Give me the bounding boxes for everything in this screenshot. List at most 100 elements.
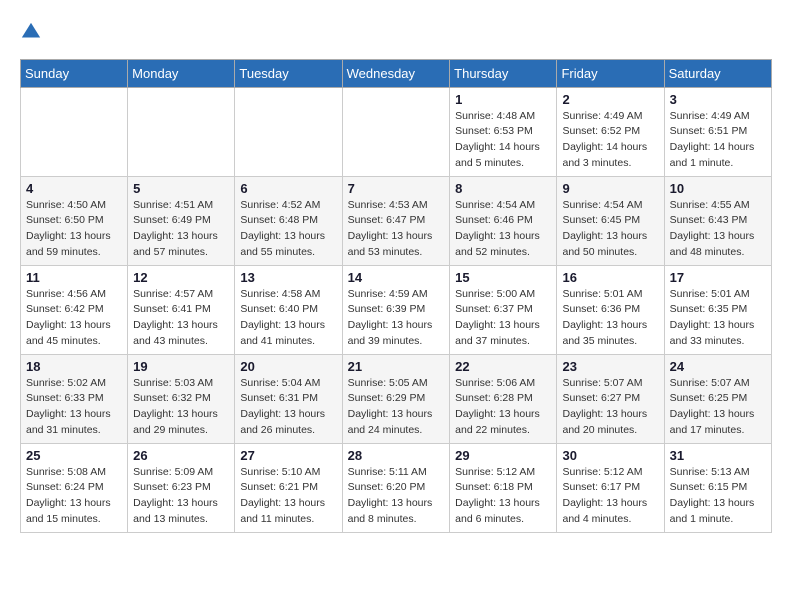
calendar-day-cell: 1Sunrise: 4:48 AM Sunset: 6:53 PM Daylig… [450, 87, 557, 176]
calendar-day-cell: 19 Sunrise: 5:03 AM Sunset: 6:32 PM Dayli… [128, 354, 235, 443]
day-info: Sunrise: 5:03 AM Sunset: 6:32 PM Dayligh… [133, 376, 229, 439]
calendar-day-cell [342, 87, 450, 176]
calendar-day-cell: 10Sunrise: 4:55 AM Sunset: 6:43 PM Dayli… [664, 176, 771, 265]
calendar-day-cell: 18 Sunrise: 5:02 AM Sunset: 6:33 PM Dayli… [21, 354, 128, 443]
calendar-day-cell: 21 Sunrise: 5:05 AM Sunset: 6:29 PM Dayli… [342, 354, 450, 443]
day-info: Sunrise: 4:56 AM Sunset: 6:42 PM Dayligh… [26, 287, 122, 350]
calendar-day-cell: 31 Sunrise: 5:13 AM Sunset: 6:15 PM Dayli… [664, 443, 771, 532]
day-info: Sunrise: 4:49 AM Sunset: 6:51 PM Dayligh… [670, 109, 766, 172]
day-info: Sunrise: 4:49 AM Sunset: 6:52 PM Dayligh… [562, 109, 658, 172]
day-number: 23 [562, 359, 658, 374]
calendar-day-cell [128, 87, 235, 176]
calendar-day-cell: 14 Sunrise: 4:59 AM Sunset: 6:39 PM Dayli… [342, 265, 450, 354]
day-info: Sunrise: 5:05 AM Sunset: 6:29 PM Dayligh… [348, 376, 445, 439]
day-info: Sunrise: 4:51 AM Sunset: 6:49 PM Dayligh… [133, 198, 229, 261]
day-number: 27 [240, 448, 336, 463]
day-info: Sunrise: 5:13 AM Sunset: 6:15 PM Dayligh… [670, 465, 766, 528]
day-info: Sunrise: 4:55 AM Sunset: 6:43 PM Dayligh… [670, 198, 766, 261]
day-number: 5 [133, 181, 229, 196]
calendar-day-cell: 25 Sunrise: 5:08 AM Sunset: 6:24 PM Dayli… [21, 443, 128, 532]
day-header-thursday: Thursday [450, 59, 557, 87]
day-number: 14 [348, 270, 445, 285]
day-number: 28 [348, 448, 445, 463]
day-info: Sunrise: 4:52 AM Sunset: 6:48 PM Dayligh… [240, 198, 336, 261]
day-number: 24 [670, 359, 766, 374]
day-header-sunday: Sunday [21, 59, 128, 87]
calendar-day-cell: 23Sunrise: 5:07 AM Sunset: 6:27 PM Dayli… [557, 354, 664, 443]
day-number: 9 [562, 181, 658, 196]
day-number: 1 [455, 92, 551, 107]
calendar-day-cell: 11 Sunrise: 4:56 AM Sunset: 6:42 PM Dayli… [21, 265, 128, 354]
calendar-day-cell: 12 Sunrise: 4:57 AM Sunset: 6:41 PM Dayli… [128, 265, 235, 354]
day-info: Sunrise: 5:01 AM Sunset: 6:35 PM Dayligh… [670, 287, 766, 350]
calendar-day-cell: 8 Sunrise: 4:54 AM Sunset: 6:46 PM Daylig… [450, 176, 557, 265]
calendar-day-cell: 7 Sunrise: 4:53 AM Sunset: 6:47 PM Daylig… [342, 176, 450, 265]
calendar-day-cell: 17 Sunrise: 5:01 AM Sunset: 6:35 PM Dayli… [664, 265, 771, 354]
day-info: Sunrise: 5:09 AM Sunset: 6:23 PM Dayligh… [133, 465, 229, 528]
day-number: 31 [670, 448, 766, 463]
day-info: Sunrise: 4:57 AM Sunset: 6:41 PM Dayligh… [133, 287, 229, 350]
calendar-day-cell: 2 Sunrise: 4:49 AM Sunset: 6:52 PM Daylig… [557, 87, 664, 176]
day-info: Sunrise: 4:54 AM Sunset: 6:46 PM Dayligh… [455, 198, 551, 261]
day-number: 26 [133, 448, 229, 463]
calendar-day-cell: 24 Sunrise: 5:07 AM Sunset: 6:25 PM Dayli… [664, 354, 771, 443]
day-number: 7 [348, 181, 445, 196]
calendar-day-cell: 27Sunrise: 5:10 AM Sunset: 6:21 PM Dayli… [235, 443, 342, 532]
day-info: Sunrise: 4:54 AM Sunset: 6:45 PM Dayligh… [562, 198, 658, 261]
day-header-friday: Friday [557, 59, 664, 87]
calendar-table: SundayMondayTuesdayWednesdayThursdayFrid… [20, 59, 772, 533]
day-info: Sunrise: 5:04 AM Sunset: 6:31 PM Dayligh… [240, 376, 336, 439]
calendar-day-cell: 4 Sunrise: 4:50 AM Sunset: 6:50 PM Daylig… [21, 176, 128, 265]
day-number: 4 [26, 181, 122, 196]
day-number: 13 [240, 270, 336, 285]
calendar-week-row: 1Sunrise: 4:48 AM Sunset: 6:53 PM Daylig… [21, 87, 772, 176]
day-info: Sunrise: 5:07 AM Sunset: 6:25 PM Dayligh… [670, 376, 766, 439]
day-number: 6 [240, 181, 336, 196]
day-number: 20 [240, 359, 336, 374]
day-info: Sunrise: 4:58 AM Sunset: 6:40 PM Dayligh… [240, 287, 336, 350]
day-number: 17 [670, 270, 766, 285]
day-number: 22 [455, 359, 551, 374]
day-info: Sunrise: 5:12 AM Sunset: 6:18 PM Dayligh… [455, 465, 551, 528]
page-header [20, 20, 772, 43]
calendar-week-row: 11 Sunrise: 4:56 AM Sunset: 6:42 PM Dayli… [21, 265, 772, 354]
day-number: 8 [455, 181, 551, 196]
day-header-monday: Monday [128, 59, 235, 87]
calendar-week-row: 4 Sunrise: 4:50 AM Sunset: 6:50 PM Daylig… [21, 176, 772, 265]
calendar-day-cell: 5 Sunrise: 4:51 AM Sunset: 6:49 PM Daylig… [128, 176, 235, 265]
calendar-day-cell: 15Sunrise: 5:00 AM Sunset: 6:37 PM Dayli… [450, 265, 557, 354]
day-info: Sunrise: 4:59 AM Sunset: 6:39 PM Dayligh… [348, 287, 445, 350]
calendar-week-row: 25 Sunrise: 5:08 AM Sunset: 6:24 PM Dayli… [21, 443, 772, 532]
day-info: Sunrise: 5:08 AM Sunset: 6:24 PM Dayligh… [26, 465, 122, 528]
day-info: Sunrise: 5:02 AM Sunset: 6:33 PM Dayligh… [26, 376, 122, 439]
day-number: 3 [670, 92, 766, 107]
day-info: Sunrise: 5:01 AM Sunset: 6:36 PM Dayligh… [562, 287, 658, 350]
logo-icon [20, 21, 42, 43]
day-info: Sunrise: 5:12 AM Sunset: 6:17 PM Dayligh… [562, 465, 658, 528]
calendar-day-cell: 28Sunrise: 5:11 AM Sunset: 6:20 PM Dayli… [342, 443, 450, 532]
day-info: Sunrise: 4:50 AM Sunset: 6:50 PM Dayligh… [26, 198, 122, 261]
calendar-day-cell: 29 Sunrise: 5:12 AM Sunset: 6:18 PM Dayli… [450, 443, 557, 532]
day-number: 18 [26, 359, 122, 374]
calendar-day-cell: 22Sunrise: 5:06 AM Sunset: 6:28 PM Dayli… [450, 354, 557, 443]
day-info: Sunrise: 4:53 AM Sunset: 6:47 PM Dayligh… [348, 198, 445, 261]
day-info: Sunrise: 5:00 AM Sunset: 6:37 PM Dayligh… [455, 287, 551, 350]
day-number: 29 [455, 448, 551, 463]
calendar-header-row: SundayMondayTuesdayWednesdayThursdayFrid… [21, 59, 772, 87]
day-number: 16 [562, 270, 658, 285]
calendar-day-cell: 3 Sunrise: 4:49 AM Sunset: 6:51 PM Daylig… [664, 87, 771, 176]
calendar-day-cell: 9 Sunrise: 4:54 AM Sunset: 6:45 PM Daylig… [557, 176, 664, 265]
day-number: 11 [26, 270, 122, 285]
logo [20, 20, 42, 43]
day-number: 12 [133, 270, 229, 285]
day-number: 21 [348, 359, 445, 374]
calendar-day-cell: 20 Sunrise: 5:04 AM Sunset: 6:31 PM Dayli… [235, 354, 342, 443]
day-number: 2 [562, 92, 658, 107]
calendar-day-cell: 30Sunrise: 5:12 AM Sunset: 6:17 PM Dayli… [557, 443, 664, 532]
calendar-day-cell: 13 Sunrise: 4:58 AM Sunset: 6:40 PM Dayli… [235, 265, 342, 354]
day-number: 19 [133, 359, 229, 374]
calendar-day-cell: 26 Sunrise: 5:09 AM Sunset: 6:23 PM Dayli… [128, 443, 235, 532]
day-number: 25 [26, 448, 122, 463]
day-header-wednesday: Wednesday [342, 59, 450, 87]
calendar-day-cell: 16 Sunrise: 5:01 AM Sunset: 6:36 PM Dayli… [557, 265, 664, 354]
